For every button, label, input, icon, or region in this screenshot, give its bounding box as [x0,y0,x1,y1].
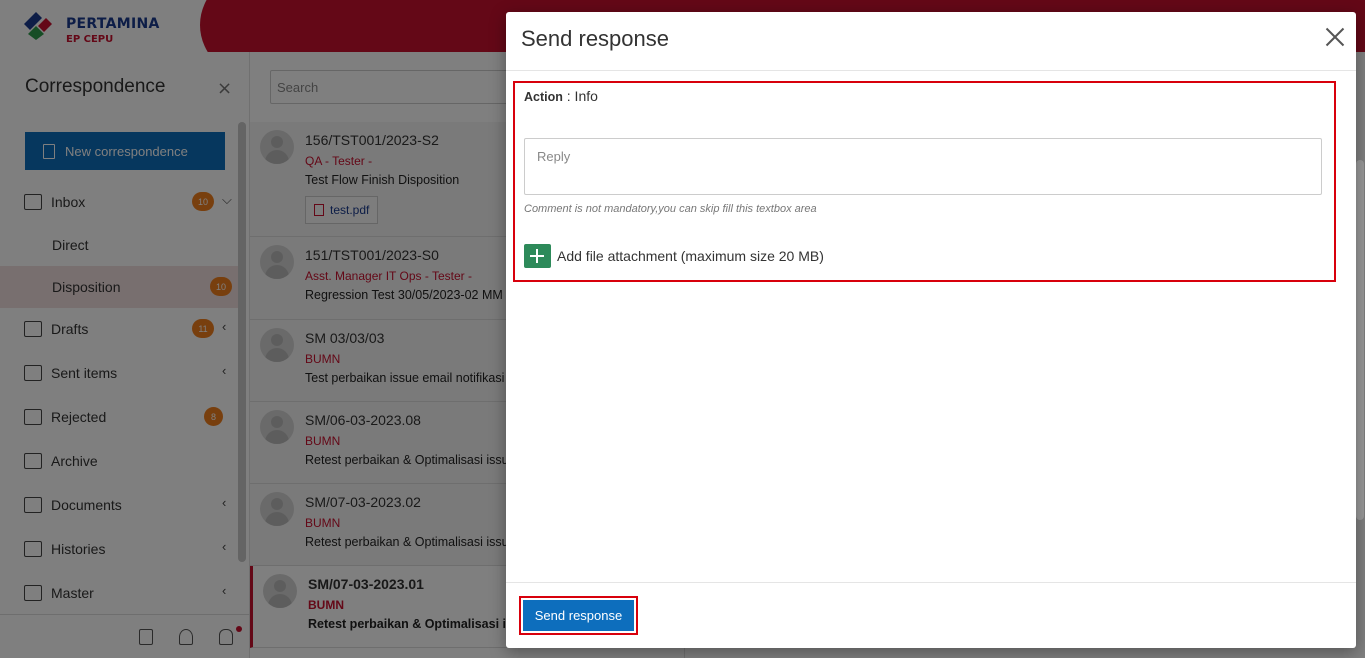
add-attachment-button[interactable]: Add file attachment (maximum size 20 MB) [524,244,824,268]
page-scrollbar[interactable] [1356,160,1364,520]
send-response-modal: Send response Action : Info Reply Commen… [506,12,1356,648]
action-label: Action [524,90,563,104]
plus-icon [524,244,551,268]
send-response-button[interactable]: Send response [523,600,634,631]
divider [506,582,1356,583]
action-value: : Info [566,88,598,104]
add-attachment-label: Add file attachment (maximum size 20 MB) [557,248,824,264]
divider [506,70,1356,71]
action-row: Action : Info [524,88,598,104]
reply-textarea[interactable]: Reply [524,138,1322,195]
reply-hint: Comment is not mandatory,you can skip fi… [524,203,817,215]
close-icon[interactable] [1324,26,1346,48]
send-button-highlight: Send response [519,596,638,635]
modal-title: Send response [521,26,669,51]
